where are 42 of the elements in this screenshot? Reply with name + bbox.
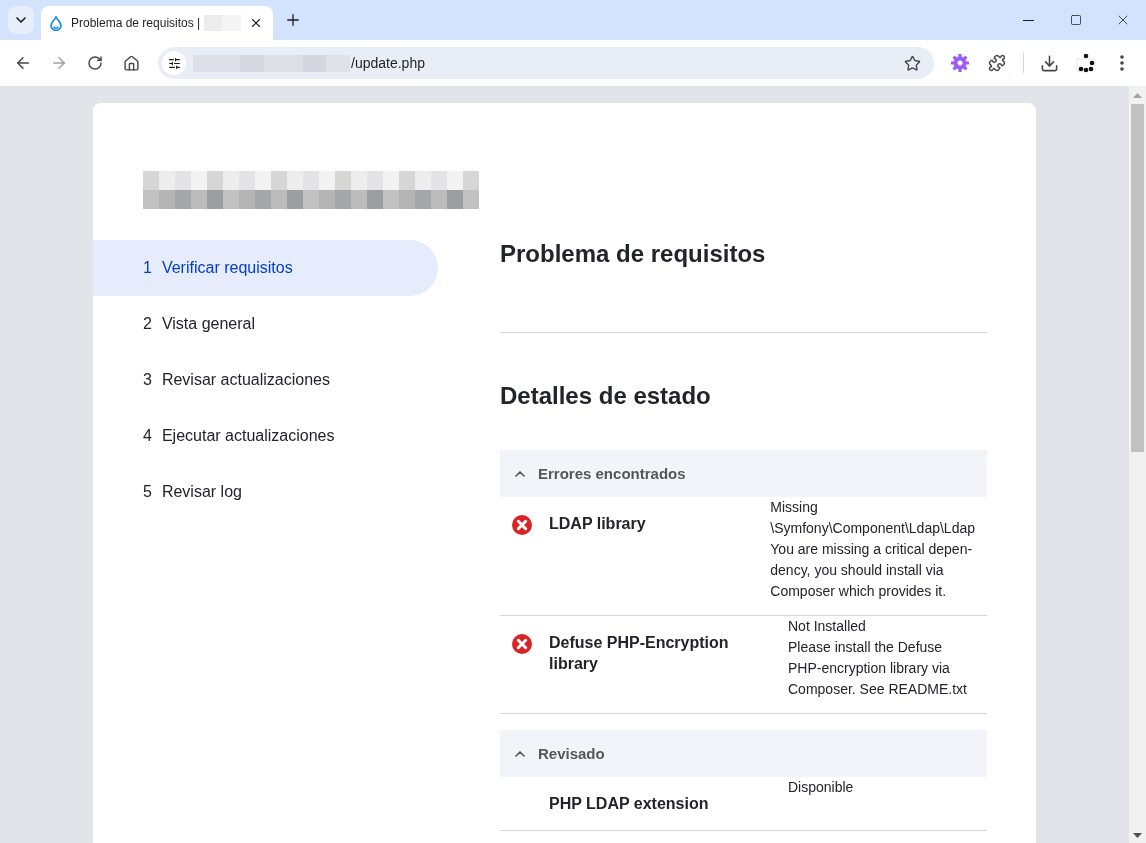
accordion-header[interactable]: Revisado — [500, 730, 987, 777]
requirement-value: Disponible — [788, 778, 855, 797]
home-icon — [122, 54, 140, 72]
step-link[interactable]: 2 Vista general — [93, 296, 438, 352]
star-icon — [903, 54, 921, 72]
minimize-icon — [1023, 19, 1034, 21]
dots-icon — [1076, 53, 1096, 73]
requirement-title: LDAP library — [549, 514, 647, 534]
step-link[interactable]: 4 Ejecutar actualizaciones — [93, 408, 438, 464]
requirement-description: Please install the Defuse PHP-encryption library via Composer. See README.txt — [788, 638, 968, 699]
url-text: /update.php — [351, 55, 425, 71]
close-icon — [249, 16, 263, 30]
requirement-title: Defuse PHP-Encryption library — [549, 633, 730, 674]
error-icon — [512, 634, 532, 654]
reload-icon — [87, 55, 103, 71]
menu-icon — [1120, 55, 1124, 71]
puzzle-icon — [988, 54, 1006, 72]
step-link[interactable]: 3 Revisar actualizaciones — [93, 352, 438, 408]
drop-icon — [50, 15, 62, 31]
requirement-description: You are missing a critical depen- dency, you should install via Composer which provides it. — [770, 540, 974, 601]
requirement-value: Missing \Symfony\Component\Ldap\Ldap — [770, 498, 975, 538]
step-link[interactable]: 1 Verificar requisitos — [93, 240, 438, 296]
download-icon — [1039, 53, 1059, 73]
plus-icon — [284, 11, 302, 29]
section-title: Detalles de estado — [500, 381, 712, 411]
scroll-down-arrow-icon[interactable] — [1133, 833, 1142, 838]
error-icon — [512, 515, 532, 535]
accordion-header[interactable]: Errores encontrados — [500, 450, 987, 497]
scrollbar-thumb[interactable] — [1131, 104, 1144, 452]
page-title: Problema de requisitos — [500, 239, 767, 269]
scrollbar-track[interactable] — [1129, 86, 1146, 843]
requirement-value: Not Installed — [788, 617, 867, 636]
browser-tab[interactable]: Problema de requisitos | — [41, 6, 273, 40]
maximize-icon — [1069, 14, 1082, 26]
tab-list-button[interactable] — [8, 6, 34, 34]
step-link[interactable]: 5 Revisar log — [93, 464, 438, 520]
arrow-right-icon — [50, 54, 68, 72]
sliders-icon — [167, 56, 181, 70]
requirement-title: PHP LDAP extension — [549, 794, 710, 814]
address-bar[interactable]: /update.php — [158, 47, 934, 79]
gear-icon — [951, 54, 969, 72]
site-info-button[interactable] — [162, 51, 186, 75]
